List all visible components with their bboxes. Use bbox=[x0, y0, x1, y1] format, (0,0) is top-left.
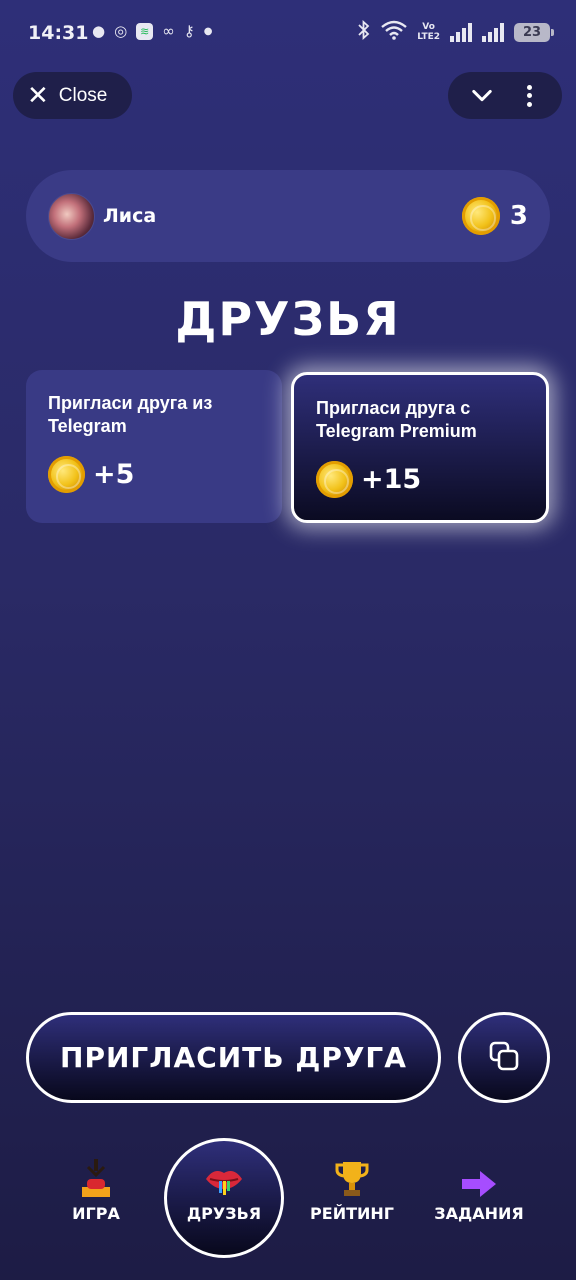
nav-item-rating[interactable]: РЕЙТИНГ bbox=[297, 1155, 407, 1223]
infinity-icon: ∞ bbox=[162, 22, 175, 40]
nav-item-tasks[interactable]: ЗАДАНИЯ bbox=[424, 1155, 534, 1223]
bottom-nav: ИГРА ДРУЗЬЯ РЕЙТИНГ ЗАДАНИЯ bbox=[0, 1135, 576, 1260]
chevron-down-icon[interactable] bbox=[471, 85, 493, 107]
invite-card-title: Пригласи друга из Telegram bbox=[48, 393, 213, 436]
nav-label: РЕЙТИНГ bbox=[310, 1204, 394, 1223]
invite-card-telegram[interactable]: Пригласи друга из Telegram +5 bbox=[26, 370, 282, 523]
game-icon bbox=[41, 1155, 151, 1199]
trophy-icon bbox=[297, 1155, 407, 1199]
close-label: Close bbox=[58, 84, 108, 106]
invite-button-label: ПРИГЛАСИТЬ ДРУГА bbox=[60, 1041, 407, 1074]
user-card: Лиса 3 bbox=[26, 170, 550, 262]
more-vertical-icon[interactable] bbox=[519, 83, 539, 109]
wifi-icon bbox=[381, 20, 407, 44]
nav-label: ДРУЗЬЯ bbox=[186, 1204, 262, 1223]
nav-item-game[interactable]: ИГРА bbox=[41, 1155, 151, 1223]
system-icons: Vo LTE2 23 bbox=[357, 19, 554, 44]
arrow-right-icon bbox=[424, 1155, 534, 1199]
nav-label: ИГРА bbox=[72, 1204, 120, 1223]
lips-icon bbox=[169, 1155, 279, 1199]
spotify-icon: ≋ bbox=[136, 22, 154, 40]
invite-card-telegram-premium[interactable]: Пригласи друга с Telegram Premium +15 bbox=[291, 372, 549, 523]
page-title: ДРУЗЬЯ bbox=[175, 292, 401, 346]
close-button[interactable]: ✕ Close bbox=[13, 72, 132, 119]
coin-icon bbox=[48, 456, 85, 493]
instagram-icon: ◎ bbox=[114, 22, 128, 40]
invite-reward-value: +5 bbox=[93, 459, 135, 490]
nav-item-friends[interactable]: ДРУЗЬЯ bbox=[169, 1155, 279, 1223]
invite-reward: +5 bbox=[48, 456, 260, 493]
copy-link-button[interactable] bbox=[458, 1012, 550, 1103]
nav-label: ЗАДАНИЯ bbox=[434, 1204, 524, 1223]
chat-bubble-icon: ● bbox=[92, 22, 106, 40]
close-icon: ✕ bbox=[27, 80, 49, 111]
signal-icon-2 bbox=[482, 22, 504, 42]
window-controls bbox=[448, 72, 562, 119]
avatar bbox=[48, 192, 95, 240]
coin-balance-value: 3 bbox=[509, 201, 528, 231]
signal-icon bbox=[450, 22, 472, 42]
invite-friend-button[interactable]: ПРИГЛАСИТЬ ДРУГА bbox=[26, 1012, 441, 1103]
coin-icon bbox=[461, 197, 500, 235]
battery-icon: 23 bbox=[514, 22, 554, 42]
dot-icon: ● bbox=[203, 25, 213, 37]
coin-balance: 3 bbox=[461, 197, 528, 235]
copy-icon bbox=[487, 1039, 521, 1077]
status-time: 14:31 bbox=[28, 22, 89, 44]
coin-icon bbox=[316, 461, 353, 498]
bluetooth-icon bbox=[357, 19, 371, 44]
invite-reward-value: +15 bbox=[361, 464, 422, 495]
notification-icons: ● ◎ ≋ ∞ ⚷ ● bbox=[92, 22, 212, 40]
user-name: Лиса bbox=[103, 205, 157, 227]
status-bar: 14:31 ● ◎ ≋ ∞ ⚷ ● Vo LTE2 23 bbox=[0, 0, 576, 66]
invite-reward: +15 bbox=[316, 461, 524, 498]
invite-card-title: Пригласи друга с Telegram Premium bbox=[316, 398, 477, 441]
volte-indicator: Vo LTE2 bbox=[417, 22, 440, 42]
key-icon: ⚷ bbox=[183, 22, 195, 40]
